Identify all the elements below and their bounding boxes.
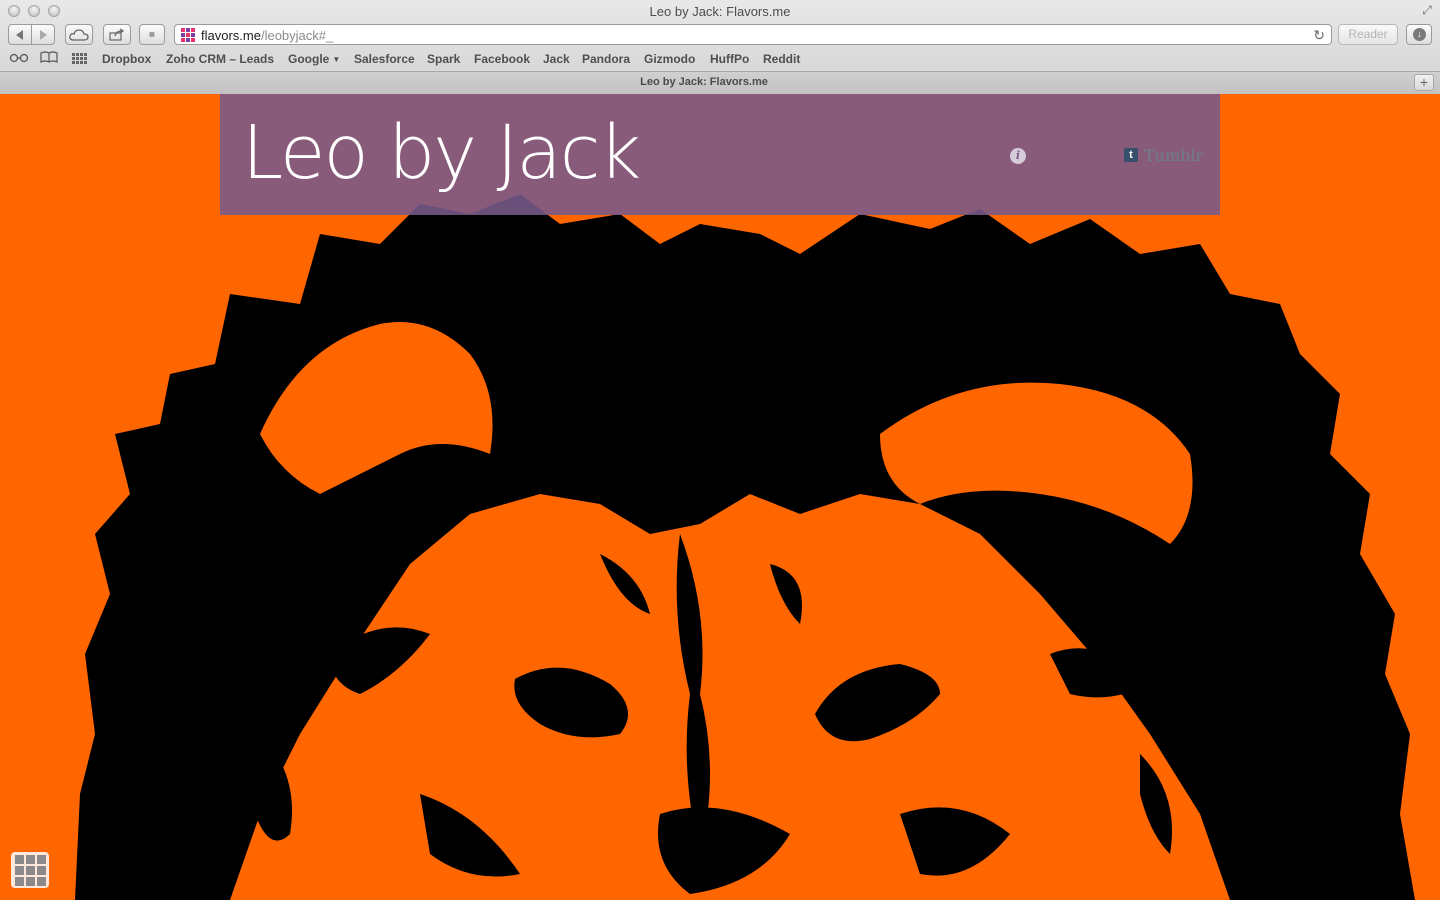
bookmark-google-label: Google [288,52,330,66]
bookmark-facebook[interactable]: Facebook [474,52,530,66]
share-button[interactable] [103,24,131,45]
toolbar: ▦ flavors.me/leobyjack#_ ↻ Reader ↓ [0,22,1440,48]
url-host: flavors.me [201,28,261,43]
tumblr-link[interactable]: t Tumblr [1124,145,1204,165]
icloud-tabs-button[interactable] [65,24,93,45]
fullscreen-icon[interactable]: ⤢ [1420,3,1434,17]
bookmark-google-folder[interactable]: Google ▼ [288,52,340,66]
bookmark-reddit[interactable]: Reddit [763,52,800,66]
url-text: flavors.me/leobyjack#_ [201,28,333,43]
web-page: Leo by Jack i t Tumblr [0,94,1440,900]
window-title: Leo by Jack: Flavors.me [649,4,791,19]
bookmark-pandora[interactable]: Pandora [582,52,630,66]
word-extension-icon: ▦ [149,31,155,38]
grid-menu-button[interactable] [11,852,49,888]
site-header: Leo by Jack i t Tumblr [220,94,1220,215]
site-title: Leo by Jack [242,110,641,196]
bookmark-zoho-crm-leads[interactable]: Zoho CRM – Leads [166,52,274,66]
bookmarks-bar: Dropbox Zoho CRM – Leads Google ▼ Salesfo… [0,48,1440,70]
forward-arrow-icon [40,29,47,40]
bookmarks-book-icon[interactable] [40,51,58,66]
top-sites-grid-icon[interactable] [72,53,87,64]
title-bar: Leo by Jack: Flavors.me ⤢ [0,0,1440,22]
url-path: /leobyjack#_ [260,28,334,43]
word-extension-button[interactable]: ▦ [139,24,165,45]
bookmark-jack[interactable]: Jack [543,52,570,66]
downloads-button[interactable]: ↓ [1406,24,1432,45]
bookmark-gizmodo[interactable]: Gizmodo [644,52,695,66]
browser-chrome: Leo by Jack: Flavors.me ⤢ ▦ flavors.me/l… [0,0,1440,94]
share-icon [109,28,125,41]
back-button[interactable] [8,24,32,45]
bookmark-spark[interactable]: Spark [427,52,460,66]
tab-bar: Leo by Jack: Flavors.me + [0,71,1440,94]
reading-list-glasses-icon[interactable] [9,51,29,66]
bookmark-huffpo[interactable]: HuffPo [710,52,749,66]
flavors-favicon-icon [181,28,195,42]
download-arrow-icon: ↓ [1413,28,1426,41]
bookmark-salesforce[interactable]: Salesforce [354,52,415,66]
reload-icon[interactable]: ↻ [1313,27,1325,44]
tumblr-label: Tumblr [1144,145,1204,165]
address-bar[interactable]: flavors.me/leobyjack#_ ↻ [174,24,1332,45]
info-icon[interactable]: i [1010,148,1026,164]
reader-button[interactable]: Reader [1338,24,1398,45]
cloud-icon [69,28,89,41]
forward-button[interactable] [31,24,55,45]
tab-active[interactable]: Leo by Jack: Flavors.me [0,72,1408,94]
grid-icon [14,854,24,864]
tumblr-icon: t [1124,148,1138,162]
new-tab-button[interactable]: + [1414,74,1434,91]
bookmark-dropbox[interactable]: Dropbox [102,52,151,66]
chevron-down-icon: ▼ [332,55,341,64]
back-arrow-icon [16,29,23,40]
